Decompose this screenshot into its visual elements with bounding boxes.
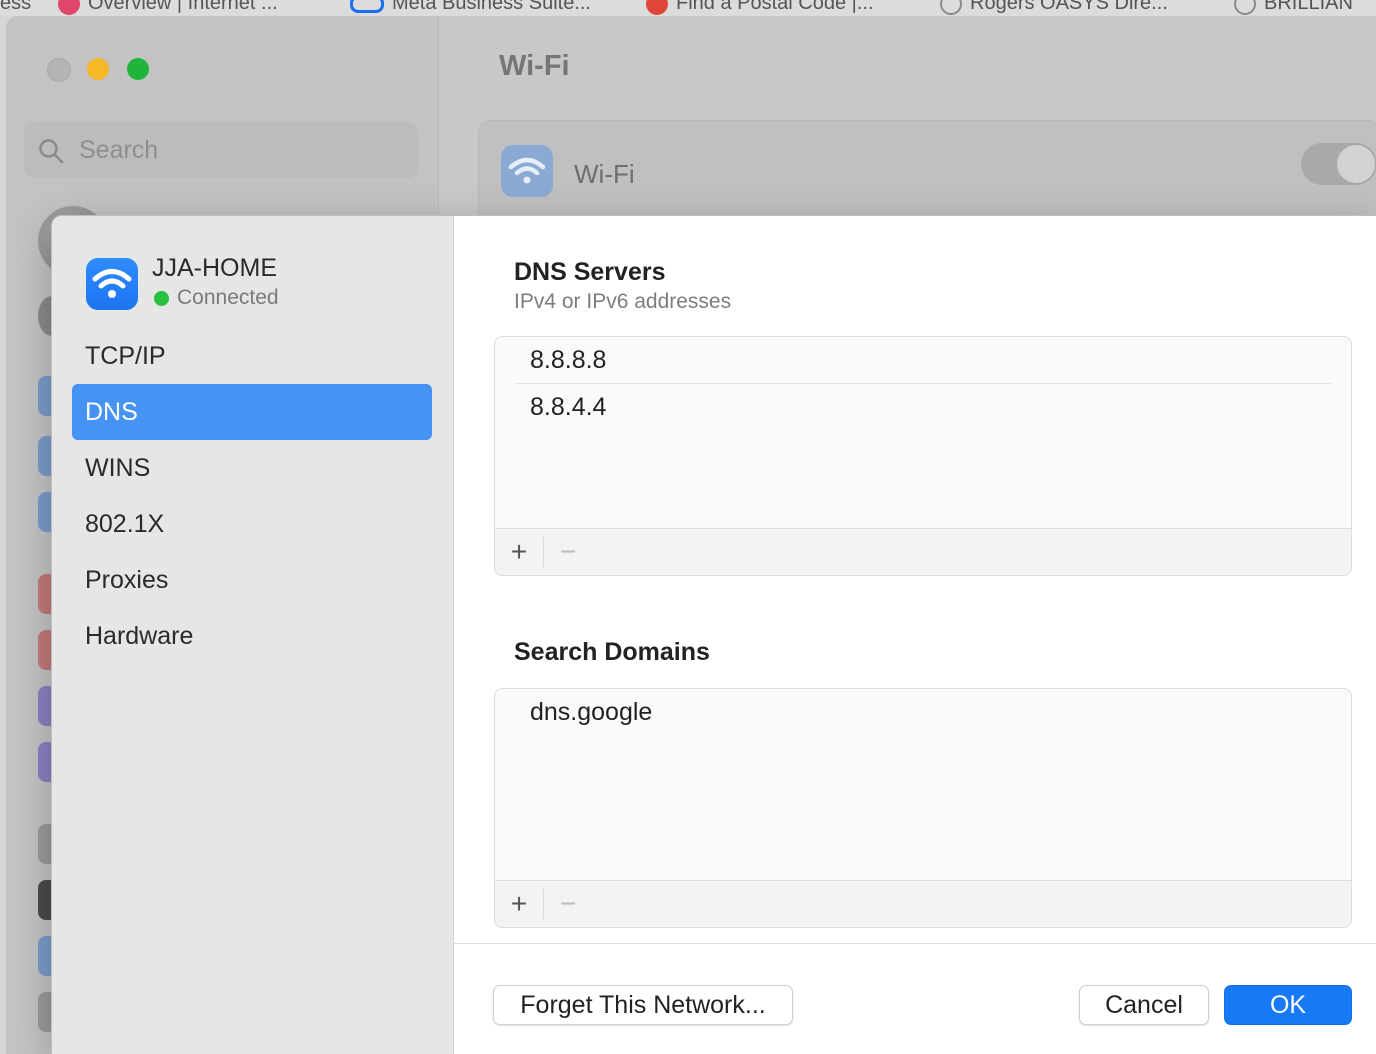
bookmark-item[interactable]: Find a Postal Code |...: [646, 0, 874, 15]
wifi-icon: [501, 145, 553, 197]
bookmark-label: ess: [0, 0, 32, 14]
search-placeholder: Search: [79, 136, 159, 164]
dns-servers-list: 8.8.8.8 8.8.4.4 + −: [494, 336, 1352, 576]
list-item[interactable]: 8.8.4.4: [495, 384, 1351, 431]
search-domains-title: Search Domains: [514, 638, 710, 666]
wifi-toggle[interactable]: [1301, 143, 1376, 185]
wifi-row-label: Wi-Fi: [574, 159, 635, 189]
remove-domain-button[interactable]: −: [543, 888, 592, 919]
connection-status: Connected: [154, 286, 279, 310]
settings-search-field[interactable]: Search: [24, 122, 418, 178]
list-item[interactable]: 8.8.8.8: [515, 337, 1331, 384]
bookmark-item[interactable]: BRILLIAN: [1234, 0, 1353, 15]
ok-button[interactable]: OK: [1224, 985, 1352, 1025]
remove-dns-button[interactable]: −: [543, 536, 592, 567]
bookmark-item[interactable]: Meta Business Suite...: [350, 0, 591, 15]
add-domain-button[interactable]: +: [495, 888, 543, 919]
dns-servers-subtitle: IPv4 or IPv6 addresses: [514, 290, 732, 313]
bookmark-favicon-icon: [646, 0, 668, 15]
maximize-window-button[interactable]: [127, 58, 149, 80]
network-details-sheet: JJA-HOME Connected TCP/IP DNS WINS 802.1…: [52, 216, 1376, 1054]
nav-item-802-1x[interactable]: 802.1X: [72, 496, 432, 552]
network-name: JJA-HOME: [152, 254, 277, 282]
status-dot-icon: [154, 290, 169, 306]
domains-list-footer: + −: [495, 880, 1351, 927]
minimize-window-button[interactable]: [87, 58, 109, 80]
page-title: Wi-Fi: [499, 50, 570, 82]
dns-list-footer: + −: [495, 528, 1351, 575]
bookmarks-bar: ess Overview | Internet ... Meta Busines…: [0, 0, 1376, 16]
bookmark-label: Meta Business Suite...: [392, 0, 591, 14]
sheet-content: DNS Servers IPv4 or IPv6 addresses 8.8.8…: [454, 216, 1376, 1054]
close-window-button[interactable]: [47, 58, 71, 82]
status-text: Connected: [177, 286, 279, 309]
forget-network-button[interactable]: Forget This Network...: [493, 985, 793, 1025]
sheet-nav: TCP/IP DNS WINS 802.1X Proxies Hardware: [72, 328, 432, 664]
meta-icon: [350, 0, 384, 13]
search-domains-list: dns.google + −: [494, 688, 1352, 928]
sheet-sidebar: JJA-HOME Connected TCP/IP DNS WINS 802.1…: [52, 216, 454, 1054]
bookmark-item[interactable]: ess: [0, 0, 31, 15]
bookmark-item[interactable]: Rogers OASYS Dire...: [940, 0, 1168, 15]
search-icon: [39, 139, 64, 164]
dns-servers-title: DNS Servers: [514, 258, 666, 286]
nav-item-dns[interactable]: DNS: [72, 384, 432, 440]
bookmark-label: Overview | Internet ...: [88, 0, 278, 14]
add-dns-button[interactable]: +: [495, 536, 543, 567]
bookmark-favicon-icon: [58, 0, 80, 15]
list-item[interactable]: dns.google: [495, 689, 1351, 736]
wifi-icon: [86, 258, 138, 310]
bookmark-label: Find a Postal Code |...: [676, 0, 874, 14]
nav-item-hardware[interactable]: Hardware: [72, 608, 432, 664]
globe-icon: [1234, 0, 1256, 15]
nav-item-wins[interactable]: WINS: [72, 440, 432, 496]
globe-icon: [940, 0, 962, 15]
nav-item-proxies[interactable]: Proxies: [72, 552, 432, 608]
divider: [454, 943, 1376, 944]
bookmark-label: BRILLIAN: [1264, 0, 1353, 14]
nav-item-tcp-ip[interactable]: TCP/IP: [72, 328, 432, 384]
cancel-button[interactable]: Cancel: [1079, 985, 1209, 1025]
bookmark-item[interactable]: Overview | Internet ...: [58, 0, 278, 15]
bookmark-label: Rogers OASYS Dire...: [970, 0, 1168, 14]
